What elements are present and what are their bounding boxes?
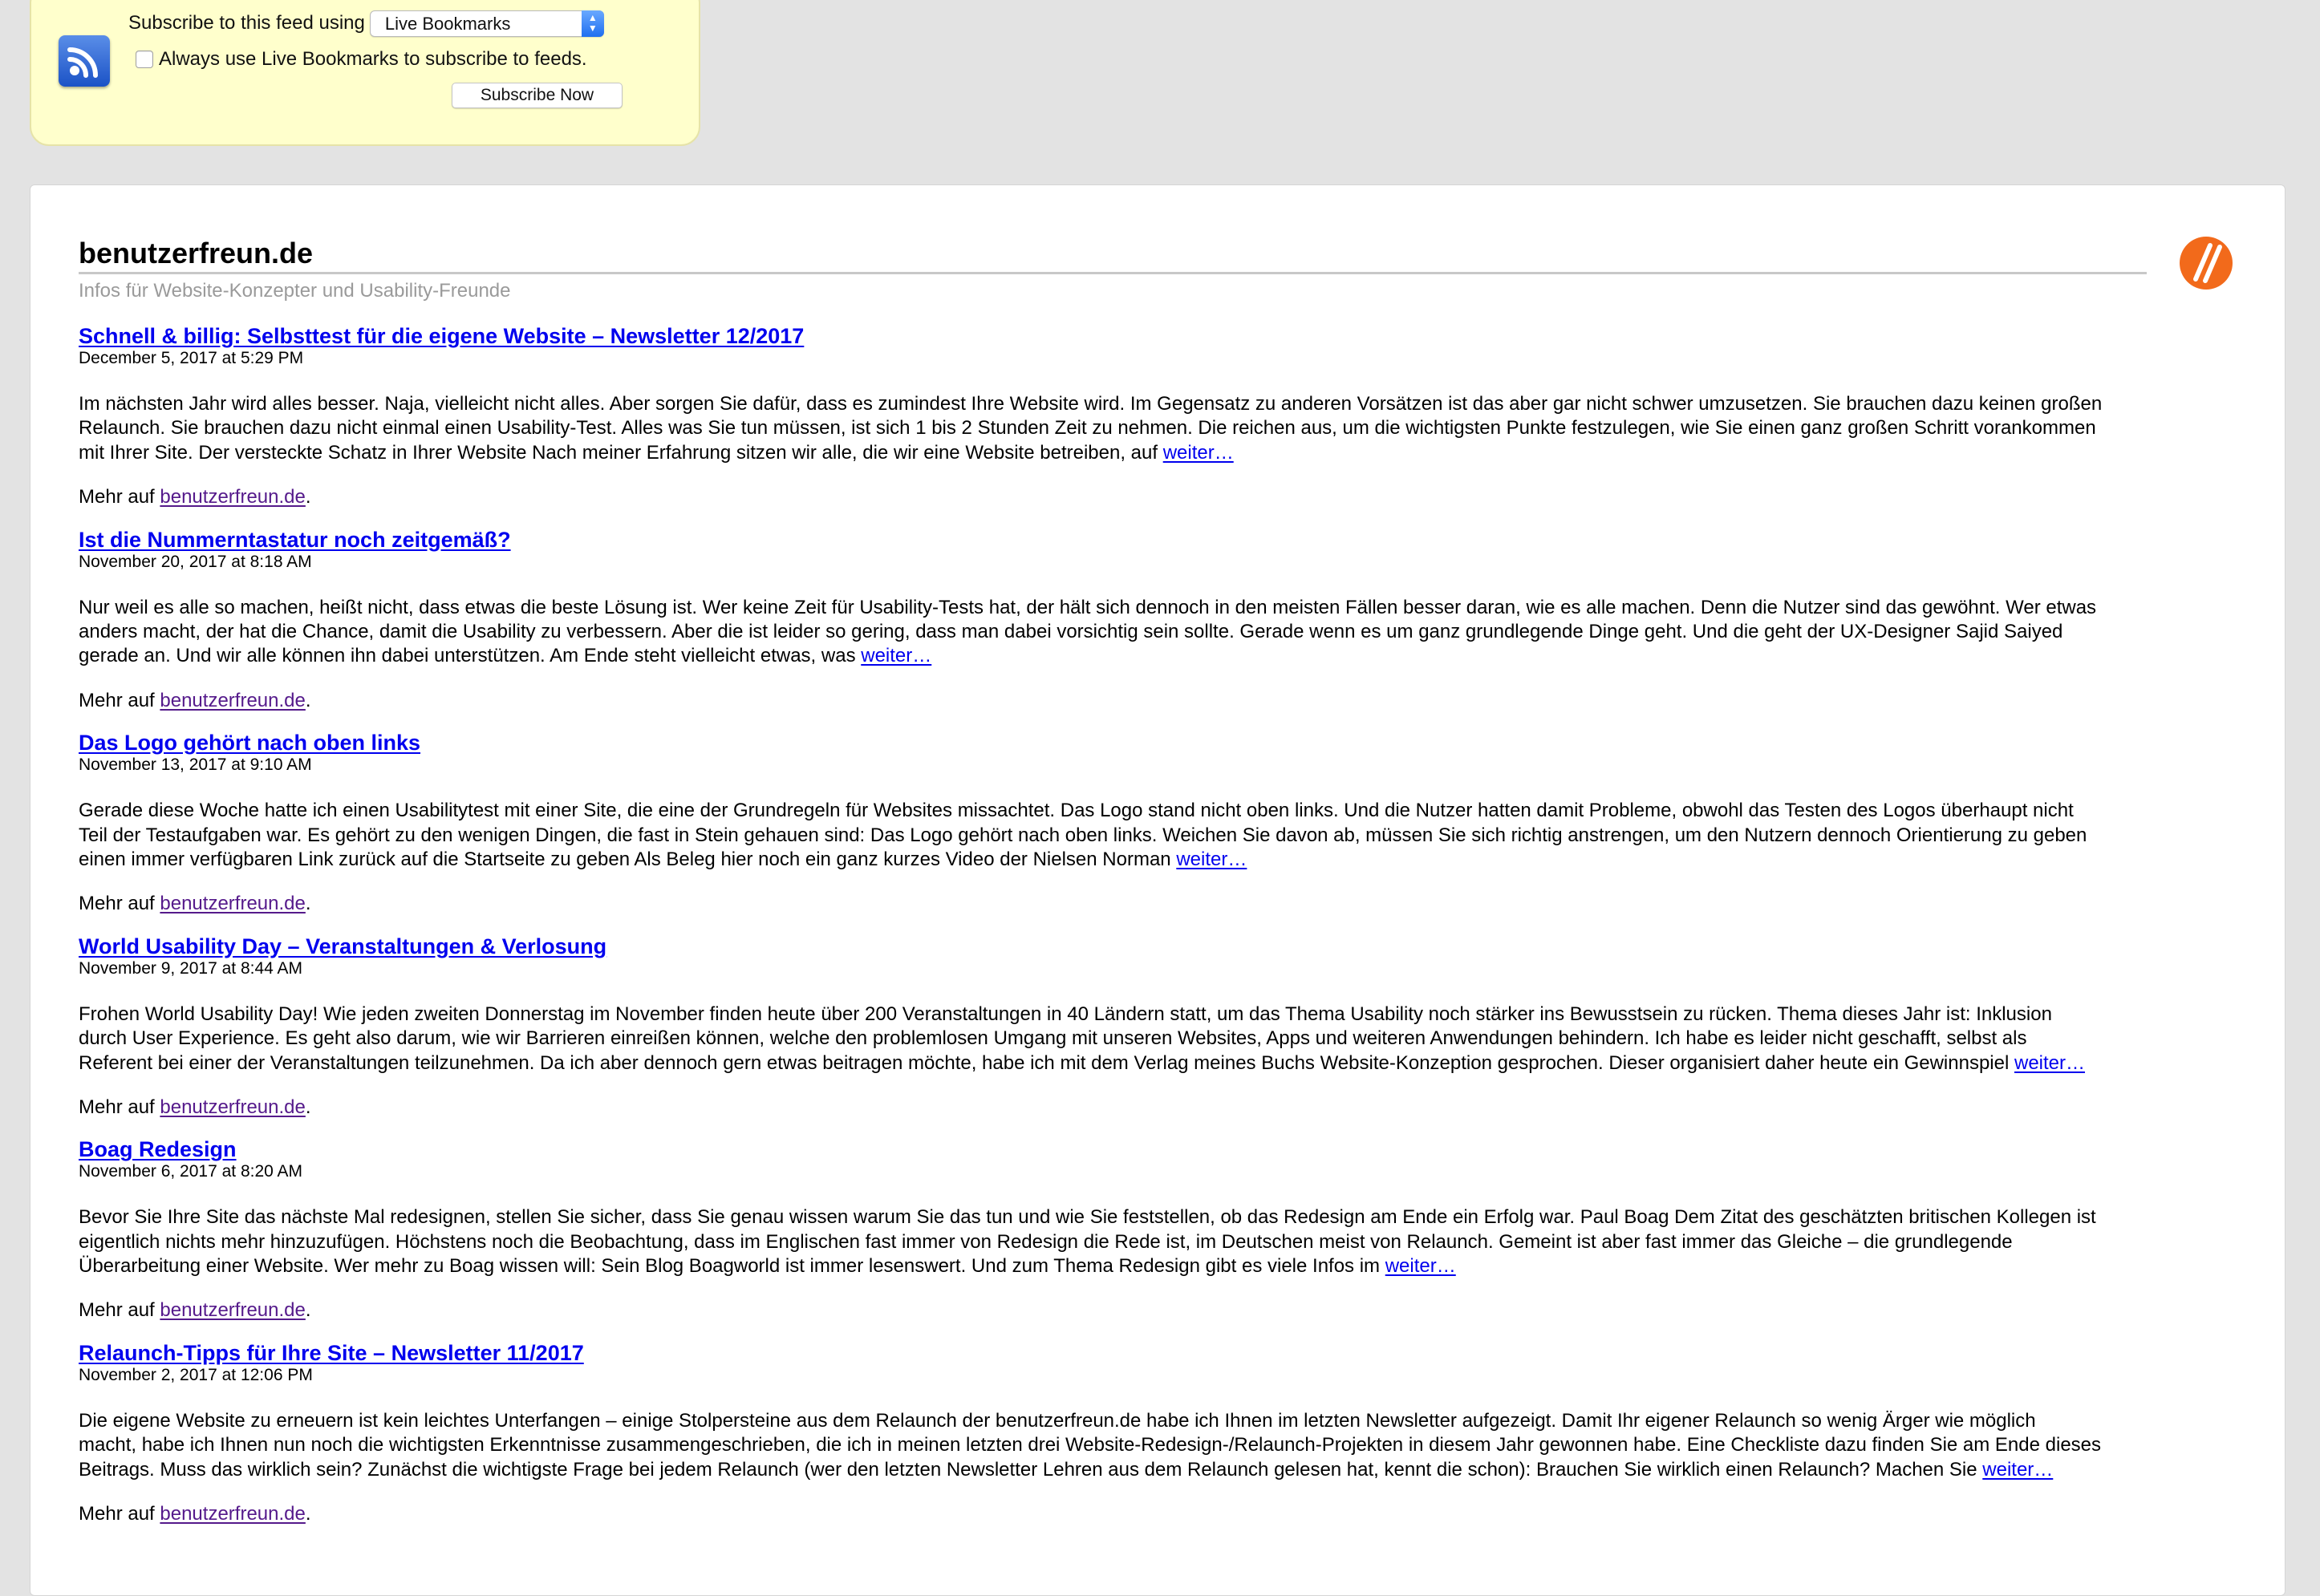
title-divider — [79, 272, 2147, 274]
read-more-link[interactable]: weiter… — [1176, 849, 1247, 870]
entry-summary: Frohen World Usability Day! Wie jeden zw… — [79, 1003, 2277, 1075]
source-prefix: Mehr auf — [79, 1502, 160, 1525]
entry-summary: Bevor Sie Ihre Site das nächste Mal rede… — [79, 1205, 2277, 1278]
entry-summary: Die eigene Website zu erneuern ist kein … — [79, 1409, 2277, 1482]
subscribe-using-row: Subscribe to this feed using Live Bookma… — [128, 7, 604, 39]
entry-summary-text: Frohen World Usability Day! Wie jeden zw… — [79, 1003, 2052, 1074]
source-prefix: Mehr auf — [79, 1096, 160, 1118]
entry-date: November 2, 2017 at 12:06 PM — [79, 1365, 313, 1384]
entry-summary-text: Im nächsten Jahr wird alles besser. Naja… — [79, 393, 2103, 464]
entry-summary: Nur weil es alle so machen, heißt nicht,… — [79, 596, 2277, 669]
feed-entry: Boag Redesign November 6, 2017 at 8:20 A… — [79, 1136, 2277, 1340]
entry-summary: Im nächsten Jahr wird alles besser. Naja… — [79, 392, 2277, 465]
entry-date: November 13, 2017 at 9:10 AM — [79, 755, 312, 775]
entry-title-link[interactable]: Schnell & billig: Selbsttest für die eig… — [79, 323, 804, 349]
read-more-link[interactable]: weiter… — [1163, 442, 1234, 464]
site-logo-icon — [2178, 235, 2234, 291]
entry-date: November 9, 2017 at 8:44 AM — [79, 958, 302, 978]
rss-feed-icon — [59, 35, 110, 87]
read-more-link[interactable]: weiter… — [1982, 1459, 2053, 1481]
entry-date: November 20, 2017 at 8:18 AM — [79, 552, 312, 571]
feed-content: benutzerfreun.de Infos für Website-Konze… — [30, 184, 2286, 1596]
entry-source-line: Mehr auf benutzerfreun.de. — [79, 1298, 311, 1323]
source-link[interactable]: benutzerfreun.de — [160, 1096, 305, 1118]
subscribe-box: Subscribe to this feed using Live Bookma… — [30, 0, 700, 146]
subscribe-now-button[interactable]: Subscribe Now — [452, 83, 623, 108]
entry-source-line: Mehr auf benutzerfreun.de. — [79, 1096, 311, 1120]
source-prefix: Mehr auf — [79, 893, 160, 915]
entry-title-link[interactable]: Boag Redesign — [79, 1136, 237, 1162]
source-suffix: . — [305, 1502, 311, 1525]
feed-entry: Relaunch-Tipps für Ihre Site – Newslette… — [79, 1340, 2277, 1544]
source-prefix: Mehr auf — [79, 689, 160, 711]
read-more-link[interactable]: weiter… — [861, 645, 931, 666]
entry-source-line: Mehr auf benutzerfreun.de. — [79, 485, 311, 509]
entry-summary-text: Gerade diese Woche hatte ich einen Usabi… — [79, 800, 2087, 870]
entry-summary-text: Die eigene Website zu erneuern ist kein … — [79, 1409, 2102, 1481]
source-link[interactable]: benutzerfreun.de — [160, 486, 305, 508]
entry-source-line: Mehr auf benutzerfreun.de. — [79, 1502, 311, 1526]
entry-title-link[interactable]: World Usability Day – Veranstaltungen & … — [79, 934, 606, 959]
feed-entry: Schnell & billig: Selbsttest für die eig… — [79, 323, 2277, 527]
read-more-link[interactable]: weiter… — [1385, 1255, 1456, 1277]
source-link[interactable]: benutzerfreun.de — [160, 1299, 305, 1321]
entry-list: Schnell & billig: Selbsttest für die eig… — [79, 323, 2277, 1544]
entry-date: November 6, 2017 at 8:20 AM — [79, 1162, 302, 1181]
subscribe-using-label: Subscribe to this feed using — [128, 12, 365, 34]
entry-source-line: Mehr auf benutzerfreun.de. — [79, 892, 311, 916]
entry-summary: Gerade diese Woche hatte ich einen Usabi… — [79, 799, 2277, 872]
select-arrows-icon: ▲ ▼ — [581, 10, 604, 37]
always-use-checkbox[interactable] — [136, 51, 153, 68]
feed-reader-selected-value: Live Bookmarks — [384, 13, 511, 34]
always-use-row: Always use Live Bookmarks to subscribe t… — [136, 46, 587, 73]
always-use-label: Always use Live Bookmarks to subscribe t… — [159, 48, 587, 70]
entry-summary-text: Bevor Sie Ihre Site das nächste Mal rede… — [79, 1206, 2096, 1278]
feed-entry: Das Logo gehört nach oben links November… — [79, 730, 2277, 934]
read-more-link[interactable]: weiter… — [2014, 1052, 2085, 1074]
source-link[interactable]: benutzerfreun.de — [160, 690, 305, 711]
source-link[interactable]: benutzerfreun.de — [160, 893, 305, 914]
feed-reader-select[interactable]: Live Bookmarks ▲ ▼ — [369, 10, 604, 37]
entry-source-line: Mehr auf benutzerfreun.de. — [79, 689, 311, 713]
source-prefix: Mehr auf — [79, 1299, 160, 1322]
feed-title: benutzerfreun.de — [79, 237, 314, 269]
entry-date: December 5, 2017 at 5:29 PM — [79, 349, 304, 367]
feed-entry: World Usability Day – Veranstaltungen & … — [79, 934, 2277, 1137]
entry-title-link[interactable]: Das Logo gehört nach oben links — [79, 730, 420, 755]
source-suffix: . — [305, 486, 311, 508]
feed-subtitle: Infos für Website-Konzepter und Usabilit… — [79, 280, 511, 302]
source-suffix: . — [305, 1096, 311, 1118]
entry-summary-text: Nur weil es alle so machen, heißt nicht,… — [79, 596, 2097, 667]
source-suffix: . — [305, 1299, 311, 1322]
feed-entry: Ist die Nummerntastatur noch zeitgemäß? … — [79, 527, 2277, 731]
source-suffix: . — [305, 893, 311, 915]
source-prefix: Mehr auf — [79, 486, 160, 508]
source-suffix: . — [305, 689, 311, 711]
entry-title-link[interactable]: Ist die Nummerntastatur noch zeitgemäß? — [79, 527, 511, 553]
entry-title-link[interactable]: Relaunch-Tipps für Ihre Site – Newslette… — [79, 1340, 584, 1366]
source-link[interactable]: benutzerfreun.de — [160, 1503, 305, 1525]
